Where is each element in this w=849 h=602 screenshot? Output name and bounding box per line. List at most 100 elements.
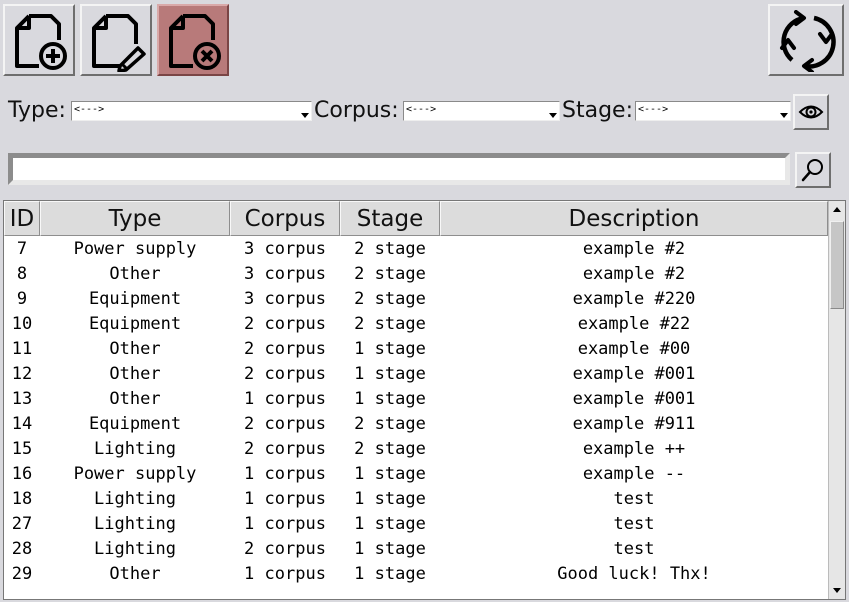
cell-stage: 2 stage — [354, 314, 426, 334]
cell-type: Lighting — [94, 439, 176, 459]
cell-corpus: 2 corpus — [244, 539, 326, 559]
cell-id: 18 — [11, 489, 33, 509]
eye-icon — [798, 105, 824, 119]
cell-corpus: 2 corpus — [244, 414, 326, 434]
cell-stage: 1 stage — [354, 464, 426, 484]
cell-corpus: 3 corpus — [244, 264, 326, 284]
cell-stage: 1 stage — [354, 514, 426, 534]
cell-stage: 1 stage — [354, 389, 426, 409]
cell-id: 11 — [11, 339, 33, 359]
cell-description: example #22 — [577, 314, 691, 334]
cell-description: test — [613, 539, 655, 559]
table-row[interactable]: 15 Lighting 2 corpus 2 stage example ++ — [4, 437, 828, 462]
cell-type: Other — [109, 339, 161, 359]
type-filter-label: Type: — [8, 98, 66, 123]
delete-document-button[interactable] — [157, 4, 229, 76]
table-row[interactable]: 7 Power supply 3 corpus 2 stage example #2 — [4, 237, 828, 262]
cell-id: 15 — [11, 439, 33, 459]
cell-description: example #001 — [572, 364, 696, 384]
table-row[interactable]: 29 Other 1 corpus 1 stage Good luck! Thx! — [4, 562, 828, 587]
document-pencil-icon — [92, 14, 146, 72]
cell-description: example #00 — [577, 339, 691, 359]
cell-stage: 2 stage — [354, 289, 426, 309]
cell-type: Lighting — [94, 514, 176, 534]
cell-stage: 1 stage — [354, 539, 426, 559]
search-input[interactable] — [8, 153, 790, 185]
cell-corpus: 2 corpus — [244, 364, 326, 384]
cell-id: 28 — [11, 539, 33, 559]
cell-description: example ++ — [582, 439, 686, 459]
cell-description: test — [613, 489, 655, 509]
cell-corpus: 1 corpus — [244, 564, 326, 584]
cell-corpus: 1 corpus — [244, 514, 326, 534]
cell-stage: 2 stage — [354, 264, 426, 284]
cell-description: test — [613, 514, 655, 534]
corpus-filter-value: <---> — [406, 104, 437, 115]
vertical-scrollbar[interactable] — [828, 201, 845, 599]
column-header-corpus[interactable]: Corpus — [230, 201, 340, 236]
table-row[interactable]: 27 Lighting 1 corpus 1 stage test — [4, 512, 828, 537]
stage-filter-value: <---> — [638, 104, 669, 115]
table-row[interactable]: 14 Equipment 2 corpus 2 stage example #911 — [4, 412, 828, 437]
cell-type: Equipment — [88, 414, 182, 434]
cell-id: 27 — [11, 514, 33, 534]
column-header-stage[interactable]: Stage — [340, 201, 440, 236]
cell-description: example -- — [582, 464, 686, 484]
search-button[interactable] — [795, 152, 831, 188]
cell-id: 16 — [11, 464, 33, 484]
table-row[interactable]: 16 Power supply 1 corpus 1 stage example -- — [4, 462, 828, 487]
cell-stage: 2 stage — [354, 439, 426, 459]
cell-stage: 1 stage — [354, 364, 426, 384]
column-header-id[interactable]: ID — [4, 201, 40, 236]
table-row[interactable]: 18 Lighting 1 corpus 1 stage test — [4, 487, 828, 512]
cell-corpus: 3 corpus — [244, 289, 326, 309]
cell-id: 29 — [11, 564, 33, 584]
table-row[interactable]: 10 Equipment 2 corpus 2 stage example #22 — [4, 312, 828, 337]
table-row[interactable]: 8 Other 3 corpus 2 stage example #2 — [4, 262, 828, 287]
cell-id: 13 — [11, 389, 33, 409]
cell-corpus: 1 corpus — [244, 464, 326, 484]
cell-id: 12 — [11, 364, 33, 384]
document-x-icon — [169, 14, 221, 70]
cell-stage: 1 stage — [354, 489, 426, 509]
table-row[interactable]: 28 Lighting 2 corpus 1 stage test — [4, 537, 828, 562]
column-header-type[interactable]: Type — [40, 201, 230, 236]
cell-stage: 1 stage — [354, 564, 426, 584]
table-row[interactable]: 11 Other 2 corpus 1 stage example #00 — [4, 337, 828, 362]
stage-filter-label: Stage: — [562, 98, 633, 123]
cell-description: example #001 — [572, 389, 696, 409]
cell-type: Power supply — [73, 239, 197, 259]
magnifier-icon — [801, 159, 823, 182]
cell-corpus: 1 corpus — [244, 389, 326, 409]
cell-corpus: 2 corpus — [244, 339, 326, 359]
cell-type: Power supply — [73, 464, 197, 484]
cell-id: 9 — [16, 289, 28, 309]
results-table[interactable]: ID Type Corpus Stage Description 7 Power … — [3, 200, 846, 600]
scroll-up-arrow-icon[interactable] — [830, 203, 844, 217]
table-row[interactable]: 13 Other 1 corpus 1 stage example #001 — [4, 387, 828, 412]
cell-id: 14 — [11, 414, 33, 434]
cell-corpus: 2 corpus — [244, 314, 326, 334]
view-button[interactable] — [793, 94, 829, 130]
scroll-down-arrow-icon[interactable] — [830, 583, 844, 597]
cell-type: Other — [109, 264, 161, 284]
cell-description: example #2 — [582, 264, 686, 284]
corpus-filter-select[interactable]: <---> — [403, 101, 560, 121]
cell-id: 7 — [16, 239, 28, 259]
cell-corpus: 3 corpus — [244, 239, 326, 259]
edit-document-button[interactable] — [80, 4, 152, 76]
table-row[interactable]: 9 Equipment 3 corpus 2 stage example #220 — [4, 287, 828, 312]
refresh-button[interactable] — [768, 4, 844, 76]
type-filter-value: <---> — [74, 104, 105, 115]
cell-type: Lighting — [94, 489, 176, 509]
add-document-button[interactable] — [3, 4, 75, 76]
table-row[interactable]: 12 Other 2 corpus 1 stage example #001 — [4, 362, 828, 387]
cell-type: Other — [109, 364, 161, 384]
cell-type: Lighting — [94, 539, 176, 559]
cell-stage: 2 stage — [354, 239, 426, 259]
chevron-down-icon — [301, 113, 309, 118]
scrollbar-thumb[interactable] — [830, 221, 844, 309]
column-header-description[interactable]: Description — [440, 201, 828, 236]
stage-filter-select[interactable]: <---> — [635, 101, 791, 121]
type-filter-select[interactable]: <---> — [71, 101, 312, 121]
